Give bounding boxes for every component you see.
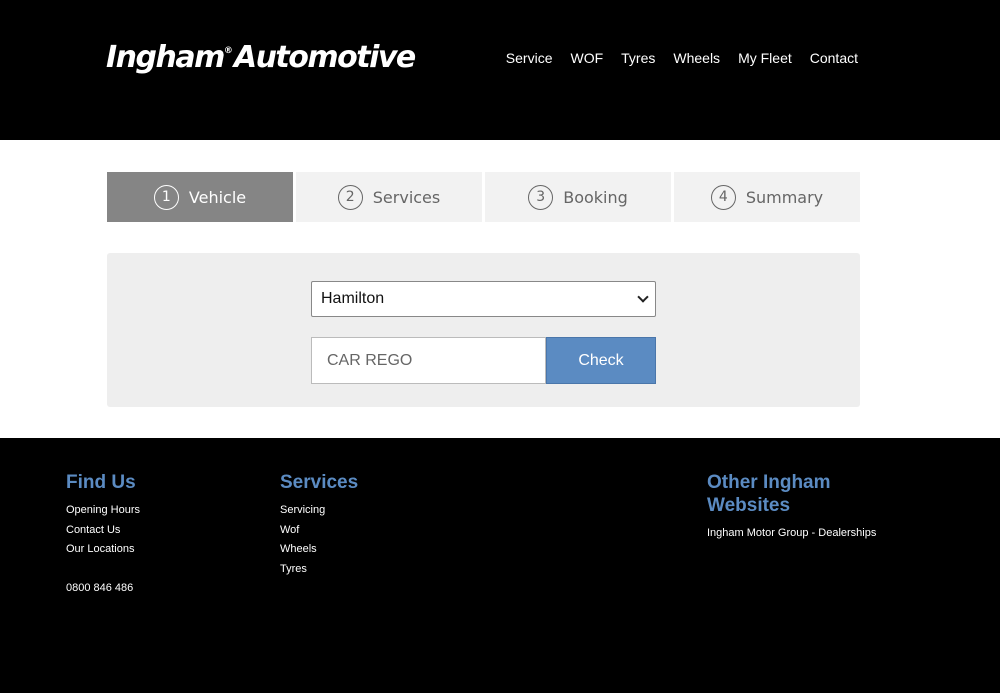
nav-contact[interactable]: Contact	[810, 50, 858, 66]
footer-link-dealerships[interactable]: Ingham Motor Group - Dealerships	[707, 524, 887, 544]
nav-wof[interactable]: WOF	[570, 50, 603, 66]
footer-heading-services: Services	[280, 472, 359, 493]
vehicle-form-panel: Hamilton Check	[107, 253, 860, 407]
step-label: Services	[372, 187, 441, 207]
footer-link-wheels[interactable]: Wheels	[280, 540, 480, 560]
step-number: 4	[710, 184, 736, 210]
location-select[interactable]: Hamilton	[311, 281, 656, 317]
footer-find-us: Find Us Opening Hours Contact Us Our Loc…	[66, 471, 266, 599]
step-booking[interactable]: 3 Booking	[485, 172, 671, 222]
step-number: 2	[337, 184, 363, 210]
step-label: Booking	[563, 187, 628, 207]
logo[interactable]: Ingham®Automotive	[106, 40, 416, 75]
step-vehicle[interactable]: 1 Vehicle	[107, 172, 293, 222]
footer-link-contact-us[interactable]: Contact Us	[66, 521, 266, 541]
logo-registered-mark: ®	[223, 46, 233, 56]
nav-wheels[interactable]: Wheels	[673, 50, 720, 66]
footer-link-tyres[interactable]: Tyres	[280, 560, 480, 580]
location-select-value: Hamilton	[321, 290, 385, 307]
step-label: Summary	[745, 187, 824, 207]
footer-heading-other-websites: Other Ingham Websites	[707, 472, 831, 516]
footer-heading-find-us: Find Us	[66, 472, 136, 493]
footer-link-opening-hours[interactable]: Opening Hours	[66, 501, 266, 521]
site-footer: Find Us Opening Hours Contact Us Our Loc…	[0, 438, 1000, 693]
check-button[interactable]: Check	[546, 337, 656, 384]
footer-link-our-locations[interactable]: Our Locations	[66, 540, 266, 560]
step-services[interactable]: 2 Services	[296, 172, 482, 222]
main-nav: Service WOF Tyres Wheels My Fleet Contac…	[488, 50, 858, 66]
step-number: 1	[153, 184, 179, 210]
footer-link-servicing[interactable]: Servicing	[280, 501, 480, 521]
step-summary[interactable]: 4 Summary	[674, 172, 860, 222]
step-number: 3	[528, 184, 554, 210]
chevron-down-icon	[637, 291, 649, 303]
booking-steps: 1 Vehicle 2 Services 3 Booking 4 Summary	[107, 172, 860, 222]
footer-phone[interactable]: 0800 846 486	[66, 579, 266, 599]
step-label: Vehicle	[188, 187, 247, 207]
footer-other-websites: Other Ingham Websites Ingham Motor Group…	[707, 471, 887, 544]
logo-text-main: Ingham	[106, 40, 225, 75]
car-rego-input[interactable]	[311, 337, 546, 384]
nav-service[interactable]: Service	[506, 50, 553, 66]
nav-my-fleet[interactable]: My Fleet	[738, 50, 792, 66]
footer-link-wof[interactable]: Wof	[280, 521, 480, 541]
logo-text-sub: Automotive	[233, 40, 416, 75]
booking-main: 1 Vehicle 2 Services 3 Booking 4 Summary…	[0, 140, 1000, 438]
site-header: Ingham®Automotive Service WOF Tyres Whee…	[0, 0, 1000, 140]
footer-services: Services Servicing Wof Wheels Tyres	[280, 471, 480, 579]
nav-tyres[interactable]: Tyres	[621, 50, 655, 66]
